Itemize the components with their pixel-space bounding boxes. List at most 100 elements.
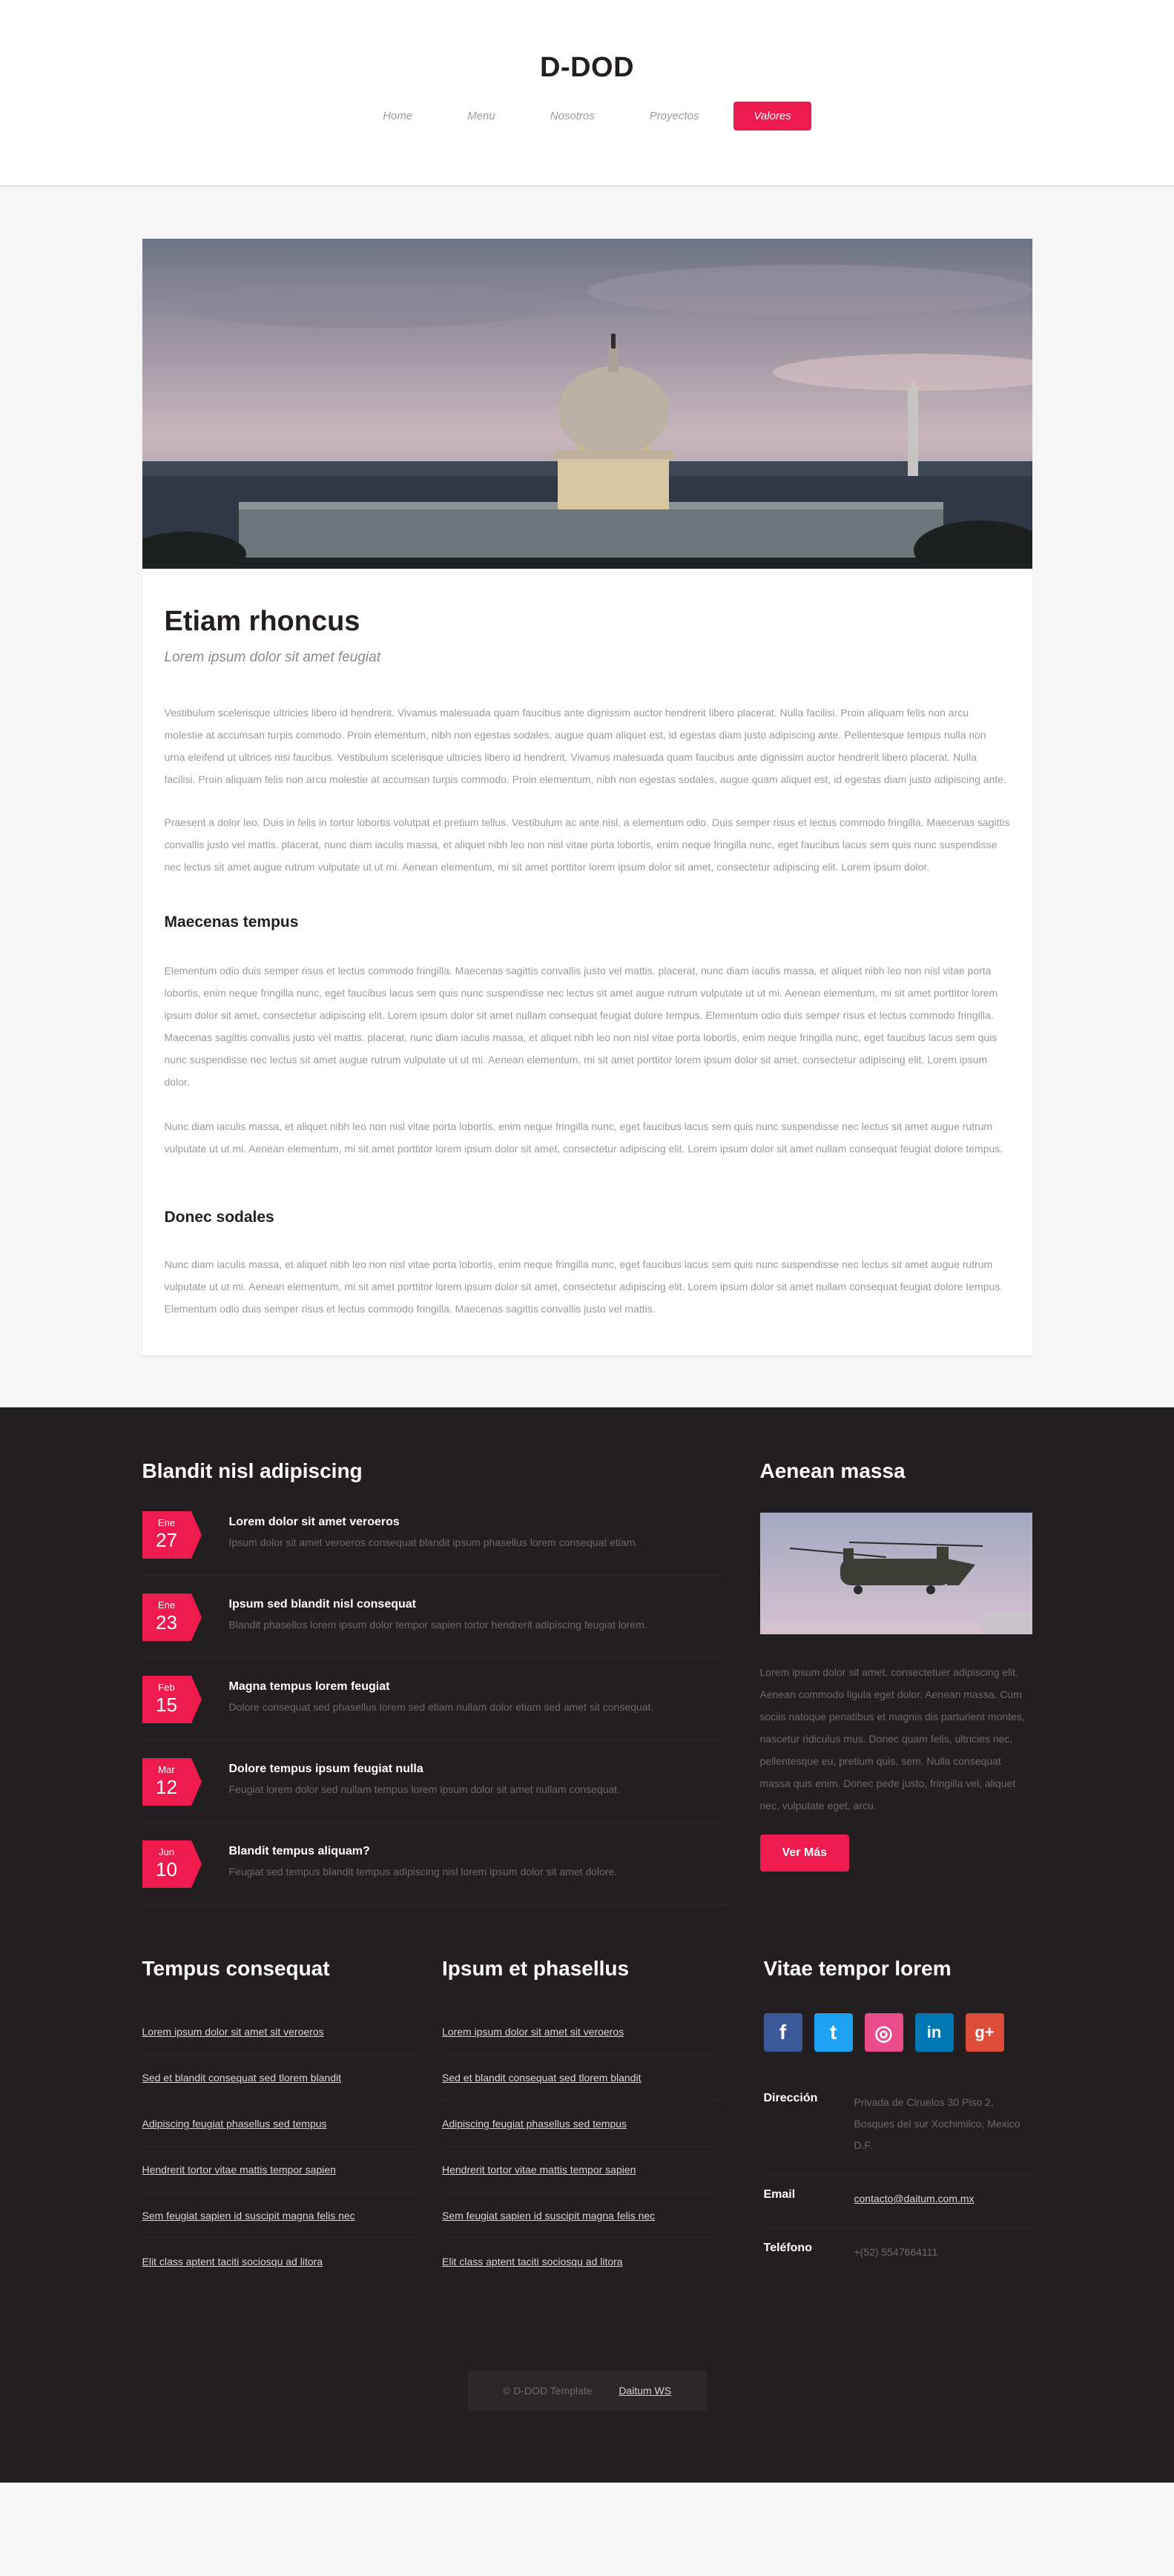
nav-nosotros[interactable]: Nosotros <box>530 102 615 131</box>
list-item: Elit class aptent taciti sociosqu ad lit… <box>442 2239 720 2284</box>
aside-text: Lorem ipsum dolor sit amet, consectetuer… <box>759 1666 1025 1812</box>
date-badge: Jun 10 <box>142 1840 202 1888</box>
event-title[interactable]: Ipsum sed blandit nisl consequat <box>229 1598 647 1611</box>
footer-link[interactable]: Adipiscing feugiat phasellus sed tempus <box>442 2118 627 2130</box>
section-heading: Donec sodales <box>164 1209 274 1226</box>
article-paragraph: Praesent a dolor leo. Duis in felis in t… <box>164 816 1010 873</box>
list-item: Lorem ipsum dolor sit amet sit veroeros <box>142 2009 420 2055</box>
phone-value: +(52) 5547664111 <box>854 2246 938 2258</box>
date-day: 23 <box>156 1611 177 1634</box>
contact-info: Dirección Privada de Ciruelos 30 Piso 2,… <box>763 2078 1032 2281</box>
footer-link[interactable]: Sem feugiat sapien id suscipit magna fel… <box>442 2210 655 2222</box>
date-day: 12 <box>156 1776 177 1798</box>
nav-valores[interactable]: Valores <box>733 102 811 131</box>
site-footer: Blandit nisl adipiscing Ene 27 Lorem dol… <box>0 1407 1174 2483</box>
article-paragraph: Nunc diam iaculis massa, et aliquet nibh… <box>164 1258 1003 1315</box>
date-badge: Feb 15 <box>142 1676 202 1723</box>
nav-menu[interactable]: Menu <box>447 102 515 131</box>
footer-link[interactable]: Elit class aptent taciti sociosqu ad lit… <box>142 2256 323 2268</box>
event-desc: Ipsum dolor sit amet veroeros consequat … <box>228 1536 639 1548</box>
event-title[interactable]: Dolore tempus ipsum feugiat nulla <box>229 1763 621 1776</box>
date-month: Jun <box>159 1846 174 1857</box>
section-heading: Maecenas tempus <box>164 914 299 931</box>
list-item: Hendrerit tortor vitae mattis tempor sap… <box>442 2147 720 2193</box>
event-desc: Blandit phasellus lorem ipsum dolor temp… <box>228 1619 647 1631</box>
aside-section: Aenean massa Lorem ipsum dolor sit amet,… <box>759 1459 1032 1905</box>
date-badge: Ene 27 <box>142 1511 202 1559</box>
date-month: Ene <box>157 1517 176 1528</box>
date-month: Mar <box>158 1764 175 1775</box>
event-item[interactable]: Mar 12 Dolore tempus ipsum feugiat nulla… <box>142 1740 726 1823</box>
event-item[interactable]: Feb 15 Magna tempus lorem feugiat Dolore… <box>142 1658 726 1740</box>
footer-link[interactable]: Sed et blandit consequat sed tlorem blan… <box>442 2072 642 2084</box>
links-column-2: Ipsum et phasellus Lorem ipsum dolor sit… <box>442 1957 720 2284</box>
date-day: 15 <box>156 1694 177 1716</box>
twitter-icon[interactable]: t <box>814 2013 853 2052</box>
address-label: Dirección <box>763 2092 818 2104</box>
article-paragraph: Vestibulum scelerisque ultricies libero … <box>164 707 1006 785</box>
link-list: Lorem ipsum dolor sit amet sit veroeros … <box>142 2009 421 2284</box>
email-link[interactable]: contacto@daitum.com.mx <box>854 2193 975 2205</box>
footer-link[interactable]: Sem feugiat sapien id suscipit magna fel… <box>142 2210 355 2222</box>
list-item: Sem feugiat sapien id suscipit magna fel… <box>442 2193 720 2239</box>
event-title[interactable]: Lorem dolor sit amet veroeros <box>229 1516 639 1529</box>
nav-home[interactable]: Home <box>363 102 432 131</box>
main-content: Etiam rhoncus Lorem ipsum dolor sit amet… <box>0 187 1174 1407</box>
phone-label: Teléfono <box>763 2242 812 2254</box>
list-item: Sem feugiat sapien id suscipit magna fel… <box>142 2193 420 2239</box>
footer-link[interactable]: Hendrerit tortor vitae mattis tempor sap… <box>142 2164 336 2176</box>
column-title: Tempus consequat <box>142 1957 330 1980</box>
article-subtitle: Lorem ipsum dolor sit amet feugiat <box>164 650 380 665</box>
footer-link[interactable]: Elit class aptent taciti sociosqu ad lit… <box>442 2256 623 2268</box>
event-item[interactable]: Jun 10 Blandit tempus aliquam? Feugiat s… <box>142 1823 726 1905</box>
contact-column: Vitae tempor lorem f t ◎ in g+ Dirección… <box>763 1957 1032 2284</box>
date-month: Ene <box>157 1599 176 1611</box>
contact-row: Email contacto@daitum.com.mx <box>763 2175 1032 2228</box>
google-plus-icon[interactable]: g+ <box>965 2013 1004 2052</box>
date-badge: Mar 12 <box>142 1758 202 1806</box>
events-section: Blandit nisl adipiscing Ene 27 Lorem dol… <box>142 1459 726 1905</box>
copyright-link[interactable]: Daitum WS <box>619 2385 671 2397</box>
contact-row: Dirección Privada de Ciruelos 30 Piso 2,… <box>763 2078 1032 2175</box>
helicopter-image <box>759 1513 1032 1634</box>
capitol-hero-image <box>142 239 1032 569</box>
links-column-1: Tempus consequat Lorem ipsum dolor sit a… <box>142 1957 421 2284</box>
nav-proyectos[interactable]: Proyectos <box>630 102 719 131</box>
event-title[interactable]: Blandit tempus aliquam? <box>229 1845 618 1858</box>
footer-link[interactable]: Lorem ipsum dolor sit amet sit veroeros <box>442 2026 624 2038</box>
event-title[interactable]: Magna tempus lorem feugiat <box>229 1680 654 1694</box>
list-item: Sed et blandit consequat sed tlorem blan… <box>442 2055 720 2101</box>
copyright-bar: © D-DOD Template Daitum WS <box>466 2370 708 2411</box>
article: Etiam rhoncus Lorem ipsum dolor sit amet… <box>142 239 1032 1355</box>
aside-title: Aenean massa <box>759 1459 906 1482</box>
social-icons: f t ◎ in g+ <box>763 2013 1032 2052</box>
main-nav: Home Menu Nosotros Proyectos Valores <box>0 102 1174 131</box>
facebook-icon[interactable]: f <box>763 2013 802 2052</box>
contact-row: Teléfono +(52) 5547664111 <box>764 2228 1032 2281</box>
event-desc: Feugiat sed tempus blandit tempus adipis… <box>228 1866 618 1877</box>
event-item[interactable]: Ene 23 Ipsum sed blandit nisl consequat … <box>142 1576 726 1658</box>
ver-mas-button[interactable]: Ver Más <box>759 1834 849 1872</box>
site-header: D-DOD Home Menu Nosotros Proyectos Valor… <box>0 0 1174 187</box>
article-paragraph: Elementum odio duis semper risus et lect… <box>164 965 998 1088</box>
address-value: Privada de Ciruelos 30 Piso 2, Bosques d… <box>854 2096 1020 2151</box>
date-month: Feb <box>158 1682 175 1693</box>
article-paragraph: Nunc diam iaculis massa, et aliquet nibh… <box>164 1120 1003 1155</box>
email-label: Email <box>763 2188 796 2201</box>
footer-link[interactable]: Sed et blandit consequat sed tlorem blan… <box>142 2072 342 2084</box>
list-item: Elit class aptent taciti sociosqu ad lit… <box>142 2239 421 2284</box>
list-item: Adipiscing feugiat phasellus sed tempus <box>442 2101 720 2147</box>
linkedin-icon[interactable]: in <box>914 2013 954 2052</box>
footer-link[interactable]: Hendrerit tortor vitae mattis tempor sap… <box>442 2164 636 2176</box>
column-title: Ipsum et phasellus <box>442 1957 630 1980</box>
event-desc: Feugiat lorem dolor sed nullam tempus lo… <box>228 1783 621 1795</box>
footer-link[interactable]: Adipiscing feugiat phasellus sed tempus <box>142 2118 327 2130</box>
footer-link[interactable]: Lorem ipsum dolor sit amet sit veroeros <box>142 2026 324 2038</box>
list-item: Adipiscing feugiat phasellus sed tempus <box>142 2101 420 2147</box>
date-badge: Ene 23 <box>142 1594 202 1641</box>
site-logo[interactable]: D-DOD <box>0 0 1174 84</box>
dribbble-icon[interactable]: ◎ <box>864 2013 903 2052</box>
events-title: Blandit nisl adipiscing <box>142 1459 363 1482</box>
date-day: 27 <box>156 1529 177 1551</box>
event-item[interactable]: Ene 27 Lorem dolor sit amet veroeros Ips… <box>142 1493 726 1576</box>
